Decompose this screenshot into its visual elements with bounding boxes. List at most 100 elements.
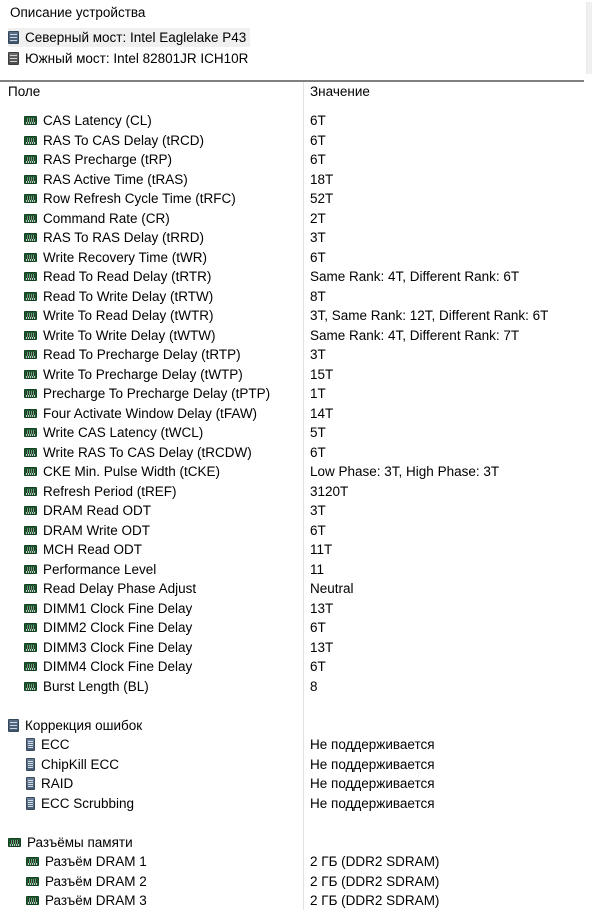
scrollbar-thumb[interactable] <box>586 2 592 74</box>
table-row[interactable]: DIMM3 Clock Fine Delay 13T <box>0 638 593 657</box>
table-row[interactable]: DRAM Write ODT 6T <box>0 521 593 540</box>
table-row-label: CAS Latency (CL) <box>43 113 152 128</box>
column-header-value[interactable]: Значение <box>310 84 370 99</box>
dimm-icon <box>24 369 37 379</box>
table-row-label-cell: RAS To CAS Delay (tRCD) <box>24 131 204 150</box>
table-row-label: MCH Read ODT <box>43 542 143 557</box>
table-row-label: Write To Precharge Delay (tWTP) <box>43 366 243 382</box>
table-row[interactable]: Разъём DRAM 2 2 ГБ (DDR2 SDRAM) <box>0 872 593 891</box>
table-row-value: 18T <box>310 171 334 187</box>
table-row-label-cell: CAS Latency (CL) <box>24 111 152 130</box>
modblue-icon <box>26 757 35 771</box>
table-row-label: Performance Level <box>43 561 157 577</box>
device-list-item-north-bridge[interactable]: Северный мост: Intel Eaglelake P43 <box>8 28 251 47</box>
table-row[interactable]: Command Rate (CR) 2T <box>0 209 593 228</box>
table-row-label: Write To Read Delay (tWTR) <box>43 308 214 323</box>
table-row[interactable]: RAID Не поддерживается <box>0 774 593 793</box>
table-row[interactable]: Write CAS Latency (tWCL) 5T <box>0 423 593 442</box>
dimm-icon <box>24 506 37 515</box>
table-row[interactable]: Precharge To Precharge Delay (tPTP) 1T <box>0 384 593 403</box>
table-row-label: Write RAS To CAS Delay (tRCDW) <box>43 444 252 460</box>
device-list-item-label: Южный мост: Intel 82801JR ICH10R <box>25 51 249 66</box>
modblue-icon <box>26 777 35 790</box>
dimm-icon <box>24 603 37 613</box>
dimm-icon <box>24 194 37 203</box>
device-list-item-south-bridge[interactable]: Южный мост: Intel 82801JR ICH10R <box>8 49 252 68</box>
table-row-value: 6T <box>310 249 326 265</box>
table-row-label-cell: Row Refresh Cycle Time (tRFC) <box>24 189 236 208</box>
table-row[interactable]: RAS To CAS Delay (tRCD) 6T <box>0 131 593 150</box>
table-row[interactable]: DRAM Read ODT 3T <box>0 501 593 520</box>
table-row[interactable]: Read To Write Delay (tRTW) 8T <box>0 287 593 306</box>
table-row-label: RAS Precharge (tRP) <box>43 152 173 167</box>
table-row[interactable]: DIMM1 Clock Fine Delay 13T <box>0 599 593 618</box>
table-row[interactable]: Burst Length (BL) 8 <box>0 677 593 696</box>
table-row-value: Same Rank: 4T, Different Rank: 7T <box>310 327 520 343</box>
table-row-value: 11 <box>310 561 325 577</box>
table-row-label: Write To Write Delay (tWTW) <box>43 327 216 343</box>
table-row[interactable]: Разъём DRAM 1 2 ГБ (DDR2 SDRAM) <box>0 852 593 871</box>
table-row-label: DRAM Write ODT <box>43 522 150 538</box>
table-row-label: Read To Read Delay (tRTR) <box>43 269 212 284</box>
table-row-value: Не поддерживается <box>310 776 435 791</box>
dimm-icon <box>24 330 37 340</box>
chip-blue-icon <box>8 31 19 44</box>
dimm-icon <box>24 350 37 359</box>
table-row[interactable]: Write To Read Delay (tWTR) 3T, Same Rank:… <box>0 306 593 325</box>
table-row[interactable]: DIMM2 Clock Fine Delay 6T <box>0 618 593 637</box>
modblue-icon <box>26 738 35 751</box>
table-row[interactable]: RAS Active Time (tRAS) 18T <box>0 170 593 189</box>
table-row-label-cell: RAS To RAS Delay (tRRD) <box>24 228 204 247</box>
table-row[interactable]: Read Delay Phase Adjust Neutral <box>0 579 593 598</box>
table-row-label: DIMM2 Clock Fine Delay <box>43 620 193 635</box>
table-row-value: 5T <box>310 425 326 440</box>
table-row[interactable]: RAS Precharge (tRP) 6T <box>0 150 593 169</box>
table-row[interactable]: Write Recovery Time (tWR) 6T <box>0 248 593 267</box>
dimm-icon <box>24 291 37 301</box>
table-row[interactable]: ChipKill ECC Не поддерживается <box>0 755 593 774</box>
table-row[interactable]: Write To Write Delay (tWTW) Same Rank: 4T… <box>0 326 593 345</box>
table-row[interactable]: ECC Не поддерживается <box>0 735 593 754</box>
table-row[interactable]: Performance Level 11 <box>0 560 593 579</box>
table-group-row[interactable]: Коррекция ошибок <box>0 716 593 735</box>
table-row[interactable]: DIMM4 Clock Fine Delay 6T <box>0 657 593 676</box>
column-header-field[interactable]: Поле <box>8 84 40 99</box>
table-row[interactable]: Read To Read Delay (tRTR) Same Rank: 4T, … <box>0 267 593 286</box>
table-row-label-cell: MCH Read ODT <box>24 540 142 559</box>
table-row-label: RAID <box>41 776 74 791</box>
table-row-label-cell: Write To Precharge Delay (tWTP) <box>24 365 243 384</box>
table-row-label-cell: Разъём DRAM 1 <box>26 852 147 871</box>
properties-table: Поле Значение CAS Latency (CL) 6T RAS To C… <box>0 82 593 910</box>
table-row[interactable]: Read To Precharge Delay (tRTP) 3T <box>0 345 593 364</box>
table-row[interactable]: Refresh Period (tREF) 3120T <box>0 482 593 501</box>
table-row-label: Разъём DRAM 1 <box>45 854 147 869</box>
table-row-label: DIMM3 Clock Fine Delay <box>43 639 193 655</box>
device-description-title: Описание устройства <box>10 5 146 20</box>
table-row-label: Four Activate Window Delay (tFAW) <box>43 405 258 421</box>
table-row[interactable]: Write To Precharge Delay (tWTP) 15T <box>0 365 593 384</box>
table-row[interactable]: MCH Read ODT 11T <box>0 540 593 559</box>
table-row[interactable]: RAS To RAS Delay (tRRD) 3T <box>0 228 593 247</box>
description-scrollbar[interactable] <box>584 0 593 82</box>
table-row-value: Не поддерживается <box>310 795 435 811</box>
table-row[interactable]: CAS Latency (CL) 6T <box>0 111 593 130</box>
table-row-label: ECC <box>41 737 70 752</box>
table-row-label-cell: RAS Precharge (tRP) <box>24 150 172 169</box>
table-group-row[interactable]: Разъёмы памяти <box>0 833 593 852</box>
table-row-value: Same Rank: 4T, Different Rank: 6T <box>310 269 520 284</box>
table-row[interactable]: CKE Min. Pulse Width (tCKE) Low Phase: 3T… <box>0 462 593 481</box>
table-row[interactable]: Four Activate Window Delay (tFAW) 14T <box>0 404 593 423</box>
table-row-label: DIMM4 Clock Fine Delay <box>43 659 193 674</box>
table-row-label-cell: DIMM1 Clock Fine Delay <box>24 599 192 618</box>
table-row-label-cell: Write To Read Delay (tWTR) <box>24 306 214 325</box>
table-row-label: RAS To CAS Delay (tRCD) <box>43 132 205 148</box>
table-row-label-cell: ECC Scrubbing <box>26 794 134 813</box>
table-row[interactable]: Write RAS To CAS Delay (tRCDW) 6T <box>0 443 593 462</box>
table-row-value: 6T <box>310 152 326 167</box>
table-row[interactable]: Разъём DRAM 3 2 ГБ (DDR2 SDRAM) <box>0 891 593 910</box>
table-row[interactable]: Row Refresh Cycle Time (tRFC) 52T <box>0 189 593 208</box>
table-row-label: Write CAS Latency (tWCL) <box>43 425 204 440</box>
table-row-label: Read Delay Phase Adjust <box>43 581 197 596</box>
table-row[interactable]: ECC Scrubbing Не поддерживается <box>0 794 593 813</box>
table-row-value: 6T <box>310 522 326 538</box>
